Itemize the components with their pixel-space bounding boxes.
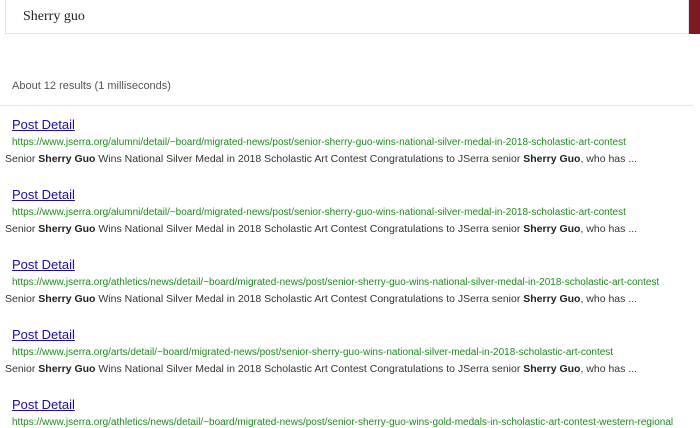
snippet-highlight: Sherry Guo — [523, 153, 581, 165]
result-url: https://www.jserra.org/alumni/detail/~bo… — [12, 207, 626, 218]
snippet-highlight: Sherry Guo — [38, 223, 96, 235]
snippet-text: , who has ... — [580, 293, 638, 305]
snippet-text: Wins National Silver Medal in 2018 Schol… — [95, 293, 524, 305]
search-accent-bar — [689, 0, 700, 34]
snippet-text: , who has ... — [580, 153, 638, 165]
snippet-highlight: Sherry Guo — [38, 153, 96, 165]
result-title-link[interactable]: Post Detail — [12, 117, 75, 132]
snippet-text: , who has ... — [580, 223, 638, 235]
result-title-link[interactable]: Post Detail — [12, 327, 75, 342]
result-title-link[interactable]: Post Detail — [12, 397, 75, 412]
result-title-link[interactable]: Post Detail — [12, 257, 75, 272]
result-snippet: Senior Sherry Guo Wins National Silver M… — [5, 153, 637, 165]
result-url: https://www.jserra.org/arts/detail/~boar… — [12, 347, 614, 358]
snippet-text: Senior — [5, 293, 39, 305]
snippet-highlight: Sherry Guo — [523, 223, 581, 235]
snippet-text: Wins National Silver Medal in 2018 Schol… — [95, 363, 524, 375]
search-input[interactable] — [6, 0, 690, 33]
snippet-text: Wins National Silver Medal in 2018 Schol… — [95, 153, 524, 165]
snippet-highlight: Sherry Guo — [523, 363, 581, 375]
result-snippet: Senior Sherry Guo Wins National Silver M… — [5, 363, 637, 375]
snippet-highlight: Sherry Guo — [38, 363, 96, 375]
snippet-text: Wins National Silver Medal in 2018 Schol… — [95, 223, 524, 235]
result-title-link[interactable]: Post Detail — [12, 187, 75, 202]
result-snippet: Senior Sherry Guo Wins National Silver M… — [5, 293, 637, 305]
snippet-text: Senior — [5, 223, 39, 235]
results-count: About 12 results (1 milliseconds) — [12, 80, 171, 92]
search-box — [5, 0, 690, 34]
result-url: https://www.jserra.org/athletics/news/de… — [12, 417, 674, 428]
result-url: https://www.jserra.org/alumni/detail/~bo… — [12, 137, 626, 148]
snippet-text: Senior — [5, 153, 39, 165]
result-snippet: Senior Sherry Guo Wins National Silver M… — [5, 223, 637, 235]
results-divider — [0, 105, 693, 106]
snippet-text: , who has ... — [580, 363, 638, 375]
snippet-text: Senior — [5, 363, 39, 375]
result-url: https://www.jserra.org/athletics/news/de… — [12, 277, 660, 288]
snippet-highlight: Sherry Guo — [523, 293, 581, 305]
snippet-highlight: Sherry Guo — [38, 293, 96, 305]
